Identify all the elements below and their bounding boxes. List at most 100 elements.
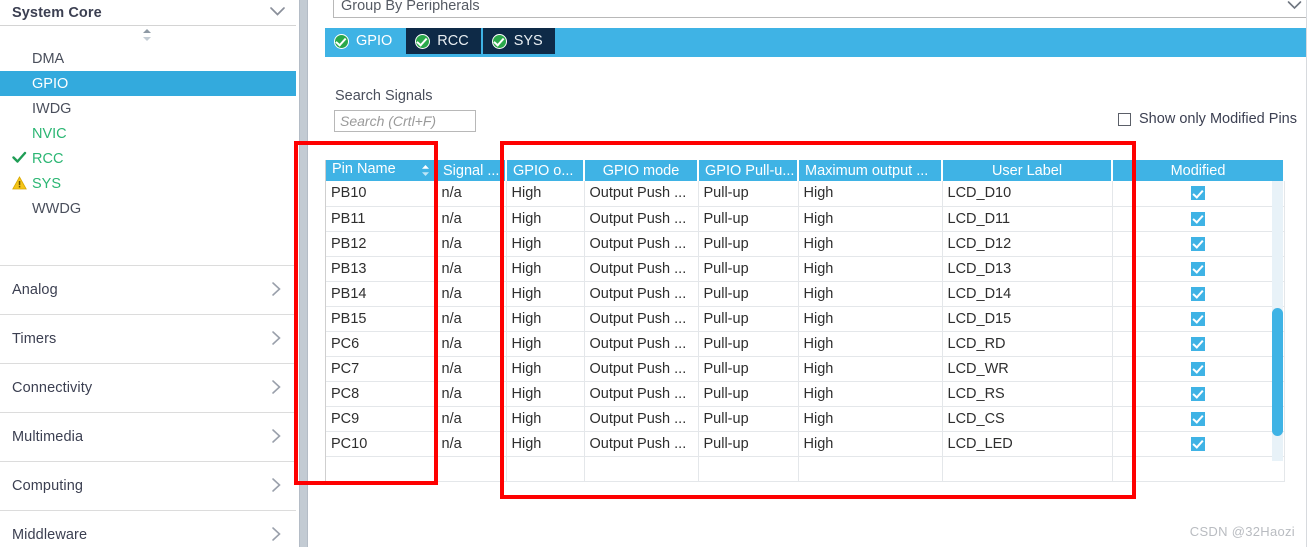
modified-checkbox-checked[interactable] [1191,311,1205,326]
cell-modified[interactable] [1112,406,1285,432]
column-header-signal[interactable]: Signal ... [436,160,507,181]
modified-checkbox-checked[interactable] [1191,211,1205,226]
cell-gpio-pull-updown[interactable]: Pull-up [698,206,799,232]
cell-pin-name[interactable]: PB14 [326,281,437,307]
cell-gpio-output-level[interactable]: High [506,281,585,307]
cell-maximum-output-speed[interactable]: High [798,181,943,207]
cell-user-label[interactable]: LCD_LED [942,431,1113,457]
cell-modified[interactable] [1112,381,1285,407]
chevron-right-icon[interactable] [271,281,282,300]
sidebar-item-iwdg[interactable]: IWDG [0,96,296,121]
sidebar-item-nvic[interactable]: NVIC [0,121,296,146]
cell-maximum-output-speed[interactable]: High [798,356,943,382]
cell-signal[interactable]: n/a [436,306,507,332]
cell-gpio-mode[interactable]: Output Push ... [584,356,699,382]
table-row[interactable]: PC8 n/a High Output Push ... Pull-up High LCD_… [326,381,1285,407]
chevron-right-icon[interactable] [271,330,282,349]
cell-gpio-output-level[interactable]: High [506,206,585,232]
sidebar-category-analog[interactable]: Analog [0,265,296,314]
cell-pin-name[interactable]: PB15 [326,306,437,332]
table-row[interactable]: PB14 n/a High Output Push ... Pull-up High LCD… [326,281,1285,307]
cell-gpio-output-level[interactable]: High [506,331,585,357]
modified-checkbox-checked[interactable] [1191,386,1205,401]
group-by-dropdown[interactable]: Group By Peripherals [333,0,1311,18]
sidebar-item-dma[interactable]: DMA [0,46,296,71]
cell-signal[interactable]: n/a [436,431,507,457]
table-row[interactable]: PB13 n/a High Output Push ... Pull-up High LCD… [326,256,1285,282]
cell-user-label[interactable]: LCD_D10 [942,181,1113,207]
table-row[interactable]: PC10 n/a High Output Push ... Pull-up High LCD… [326,431,1285,457]
cell-modified[interactable] [1112,431,1285,457]
cell-user-label[interactable]: LCD_D12 [942,231,1113,257]
cell-modified[interactable] [1112,331,1285,357]
sidebar-category-computing[interactable]: Computing [0,461,296,510]
cell-maximum-output-speed[interactable]: High [798,331,943,357]
cell-signal[interactable]: n/a [436,231,507,257]
cell-gpio-pull-updown[interactable]: Pull-up [698,331,799,357]
cell-pin-name[interactable]: PC7 [326,356,437,382]
table-row[interactable]: PB15 n/a High Output Push ... Pull-up High LCD… [326,306,1285,332]
cell-maximum-output-speed[interactable]: High [798,231,943,257]
cell-pin-name[interactable]: PB11 [326,206,437,232]
column-header-gpio-o[interactable]: GPIO o... [506,160,585,181]
cell-maximum-output-speed[interactable]: High [798,306,943,332]
cell-pin-name[interactable]: PC10 [326,431,437,457]
cell-maximum-output-speed[interactable]: High [798,256,943,282]
cell-gpio-pull-updown[interactable]: Pull-up [698,181,799,207]
cell-modified[interactable] [1112,256,1285,282]
modified-checkbox-checked[interactable] [1191,411,1205,426]
cell-signal[interactable]: n/a [436,181,507,207]
cell-gpio-mode[interactable]: Output Push ... [584,331,699,357]
cell-gpio-mode[interactable]: Output Push ... [584,381,699,407]
cell-pin-name[interactable]: PC9 [326,406,437,432]
cell-gpio-pull-updown[interactable]: Pull-up [698,431,799,457]
cell-gpio-mode[interactable]: Output Push ... [584,206,699,232]
cell-signal[interactable]: n/a [436,281,507,307]
modified-checkbox-checked[interactable] [1191,186,1205,201]
cell-signal[interactable]: n/a [436,381,507,407]
column-header-gpio-pull-u[interactable]: GPIO Pull-u... [698,160,799,181]
cell-gpio-output-level[interactable]: High [506,306,585,332]
cell-gpio-output-level[interactable]: High [506,431,585,457]
cell-user-label[interactable]: LCD_WR [942,356,1113,382]
sidebar-item-rcc[interactable]: RCC [0,146,296,171]
cell-gpio-mode[interactable]: Output Push ... [584,281,699,307]
column-header-pin-name[interactable]: Pin Name [326,160,437,181]
cell-user-label[interactable]: LCD_D13 [942,256,1113,282]
cell-gpio-output-level[interactable]: High [506,381,585,407]
table-row[interactable]: PB12 n/a High Output Push ... Pull-up High LCD… [326,231,1285,257]
sidebar-item-wwdg[interactable]: WWDG [0,196,296,221]
cell-gpio-output-level[interactable]: High [506,181,585,207]
cell-modified[interactable] [1112,181,1285,207]
up-down-arrows-icon[interactable] [140,28,154,42]
column-header-user-label[interactable]: User Label [942,160,1113,181]
cell-signal[interactable]: n/a [436,206,507,232]
column-header-modified[interactable]: Modified [1112,160,1285,181]
chevron-right-icon[interactable] [271,379,282,398]
table-row[interactable]: PB11 n/a High Output Push ... Pull-up High LCD… [326,206,1285,232]
cell-gpio-pull-updown[interactable]: Pull-up [698,406,799,432]
column-header-gpio-mode[interactable]: GPIO mode [584,160,699,181]
modified-checkbox-checked[interactable] [1191,286,1205,301]
cell-maximum-output-speed[interactable]: High [798,431,943,457]
tab-gpio[interactable]: GPIO [325,28,405,54]
cell-signal[interactable]: n/a [436,406,507,432]
modified-checkbox-checked[interactable] [1191,361,1205,376]
chevron-down-icon[interactable] [1287,0,1306,13]
cell-gpio-pull-updown[interactable]: Pull-up [698,281,799,307]
cell-user-label[interactable]: LCD_CS [942,406,1113,432]
cell-gpio-mode[interactable]: Output Push ... [584,431,699,457]
cell-gpio-mode[interactable]: Output Push ... [584,181,699,207]
cell-user-label[interactable]: LCD_D14 [942,281,1113,307]
cell-pin-name[interactable]: PC6 [326,331,437,357]
sidebar-category-multimedia[interactable]: Multimedia [0,412,296,461]
checkbox-box[interactable] [1118,112,1132,126]
sidebar-scroll-arrow[interactable] [0,26,296,44]
table-vertical-scrollbar[interactable] [1272,181,1283,461]
panel-splitter[interactable] [299,0,308,547]
cell-pin-name[interactable]: PC8 [326,381,437,407]
sidebar-category-connectivity[interactable]: Connectivity [0,363,296,412]
sidebar-section-system-core[interactable]: System Core [0,0,296,26]
chevron-right-icon[interactable] [271,477,282,496]
cell-gpio-pull-updown[interactable]: Pull-up [698,306,799,332]
